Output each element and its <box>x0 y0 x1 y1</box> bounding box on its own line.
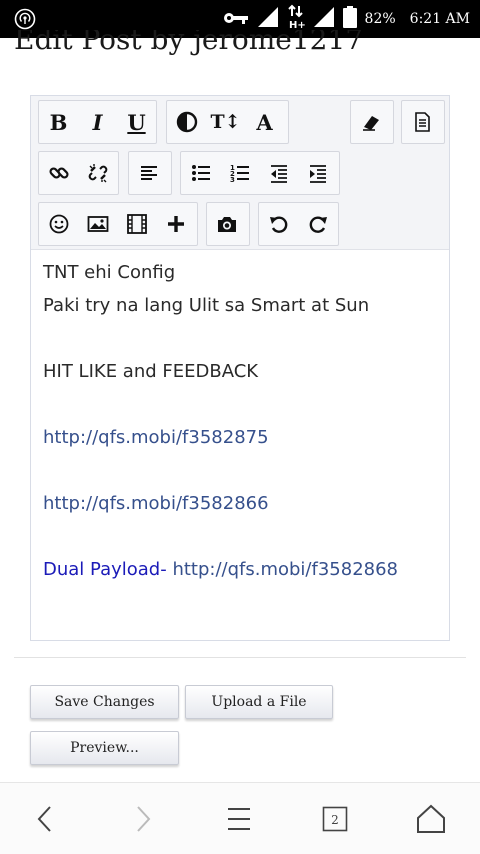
clock: 6:21 AM <box>409 11 470 27</box>
back-icon[interactable] <box>24 797 68 841</box>
divider <box>14 657 466 658</box>
signal2-icon <box>313 6 335 32</box>
camera-group <box>206 202 250 246</box>
content-line: Paki try na lang Ulit sa Smart at Sun <box>43 295 370 316</box>
indent-icon[interactable] <box>298 152 337 194</box>
dual-payload-label: Dual Payload- <box>43 559 167 580</box>
italic-button[interactable]: I <box>78 101 117 143</box>
content-line: HIT LIKE and FEEDBACK <box>43 361 259 382</box>
style-group: T↕ A <box>166 100 289 144</box>
bold-button[interactable]: B <box>39 101 78 143</box>
upload-file-button[interactable]: Upload a File <box>185 685 333 719</box>
unlink-icon[interactable] <box>78 152 117 194</box>
browser-nav-bar: 2 <box>0 782 480 854</box>
svg-text:H+: H+ <box>289 20 305 30</box>
redo-icon[interactable] <box>298 203 337 245</box>
editor-content[interactable]: TNT ehi Config Paki try na lang Ulit sa … <box>43 256 443 586</box>
post-editor[interactable]: B I U T↕ A 1 2 3 TNT ehi Config Paki try… <box>30 95 450 641</box>
eraser-group <box>350 100 394 144</box>
tab-count: 2 <box>331 813 339 827</box>
menu-icon[interactable] <box>217 797 261 841</box>
link-group <box>38 151 119 195</box>
image-icon[interactable] <box>78 203 117 245</box>
align-group <box>128 151 172 195</box>
smiley-icon[interactable] <box>39 203 78 245</box>
svg-text:3: 3 <box>230 176 235 184</box>
page-title: Edit Post by jerome1217 <box>14 30 364 56</box>
align-left-icon[interactable] <box>129 152 168 194</box>
video-icon[interactable] <box>117 203 156 245</box>
preview-button[interactable]: Preview... <box>30 731 179 765</box>
camera-icon[interactable] <box>207 203 246 245</box>
forward-icon[interactable] <box>120 797 164 841</box>
source-icon[interactable] <box>402 101 441 143</box>
underline-button[interactable]: U <box>117 101 156 143</box>
key-icon <box>223 10 249 29</box>
list-group: 123 <box>180 151 340 195</box>
history-group <box>258 202 339 246</box>
link-1[interactable]: http://qfs.mobi/f3582875 <box>43 427 269 448</box>
font-color-button[interactable]: A <box>245 101 284 143</box>
hotspot-icon <box>14 8 36 30</box>
insert-group <box>38 202 198 246</box>
signal-icon <box>257 6 279 32</box>
undo-icon[interactable] <box>259 203 298 245</box>
battery-percent: 82% <box>364 11 396 27</box>
format-group: B I U <box>38 100 157 144</box>
save-changes-button[interactable]: Save Changes <box>30 685 179 719</box>
editor-toolbar: B I U T↕ A 1 2 3 <box>31 96 449 250</box>
text-size-button[interactable]: T↕ <box>206 101 245 143</box>
plus-icon[interactable] <box>156 203 195 245</box>
link-icon[interactable] <box>39 152 78 194</box>
source-group <box>401 100 445 144</box>
outdent-icon[interactable] <box>259 152 298 194</box>
home-icon[interactable] <box>409 797 453 841</box>
link-2[interactable]: http://qfs.mobi/f3582866 <box>43 493 269 514</box>
battery-icon <box>342 6 357 32</box>
eraser-icon[interactable] <box>351 101 390 143</box>
numbered-list-icon[interactable]: 123 <box>220 152 259 194</box>
contrast-icon[interactable] <box>167 101 206 143</box>
link-3[interactable]: http://qfs.mobi/f3582868 <box>172 559 398 580</box>
tabs-icon[interactable]: 2 <box>313 797 357 841</box>
content-line: TNT ehi Config <box>43 262 176 283</box>
bullet-list-icon[interactable] <box>181 152 220 194</box>
